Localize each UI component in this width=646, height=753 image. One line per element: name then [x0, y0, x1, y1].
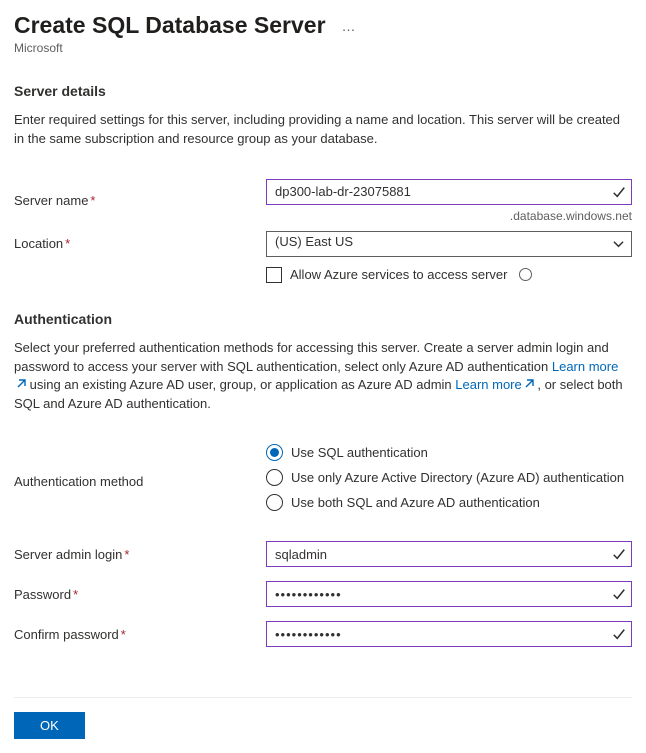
authentication-description: Select your preferred authentication met… [14, 339, 624, 414]
external-link-icon [16, 379, 26, 389]
check-icon [612, 547, 626, 561]
ok-button[interactable]: OK [14, 712, 85, 739]
allow-azure-services-checkbox[interactable] [266, 267, 282, 283]
server-admin-login-input[interactable] [266, 541, 632, 567]
learn-more-link-2[interactable]: Learn more [455, 377, 533, 392]
location-label: Location* [14, 236, 266, 251]
allow-azure-services-label: Allow Azure services to access server [290, 267, 507, 282]
server-name-label: Server name* [14, 193, 266, 208]
server-details-description: Enter required settings for this server,… [14, 111, 624, 149]
check-icon [612, 627, 626, 641]
radio-icon [266, 469, 283, 486]
radio-icon [266, 494, 283, 511]
more-actions-button[interactable]: … [342, 18, 357, 34]
password-input[interactable] [266, 581, 632, 607]
confirm-password-input[interactable] [266, 621, 632, 647]
server-admin-login-label: Server admin login* [14, 547, 266, 562]
confirm-password-label: Confirm password* [14, 627, 266, 642]
server-details-heading: Server details [14, 83, 632, 99]
auth-method-sql-radio[interactable]: Use SQL authentication [266, 444, 632, 461]
auth-method-both-radio[interactable]: Use both SQL and Azure AD authentication [266, 494, 632, 511]
authentication-heading: Authentication [14, 311, 632, 327]
auth-method-aad-only-radio[interactable]: Use only Azure Active Directory (Azure A… [266, 469, 632, 486]
server-name-input[interactable] [266, 179, 632, 205]
password-label: Password* [14, 587, 266, 602]
chevron-down-icon [613, 238, 624, 249]
check-icon [612, 185, 626, 199]
external-link-icon [524, 379, 534, 389]
info-icon[interactable] [519, 268, 532, 281]
server-name-suffix: .database.windows.net [266, 209, 632, 223]
check-icon [612, 587, 626, 601]
page-subtitle: Microsoft [14, 41, 632, 55]
page-title: Create SQL Database Server [14, 12, 326, 39]
location-select[interactable]: (US) East US [266, 231, 632, 257]
authentication-method-label: Authentication method [14, 474, 266, 489]
radio-icon-selected [266, 444, 283, 461]
